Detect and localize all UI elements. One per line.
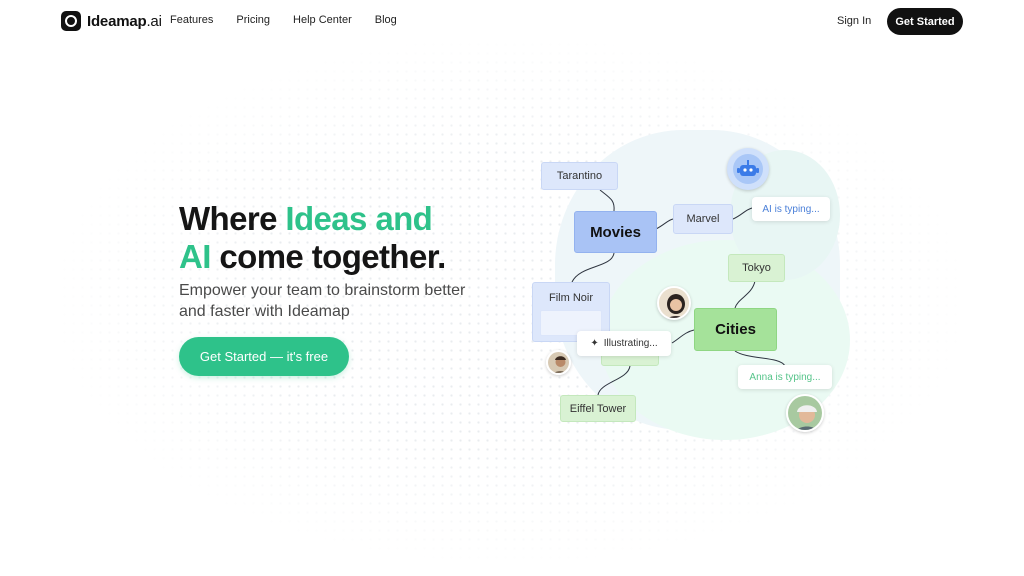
sign-in-link[interactable]: Sign In — [837, 15, 871, 27]
logo-icon — [61, 11, 81, 31]
hero-headline: Where Ideas and AI come together. — [179, 200, 509, 276]
brand-name: Ideamap — [87, 12, 147, 30]
node-tarantino[interactable]: Tarantino — [541, 162, 618, 190]
headline-highlight-ai: AI — [179, 238, 211, 275]
anna-typing-indicator: Anna is typing... — [738, 365, 832, 389]
logo[interactable]: Ideamap.ai — [61, 11, 162, 31]
sparkle-icon: ✦ — [590, 338, 599, 349]
node-tokyo[interactable]: Tokyo — [728, 254, 785, 282]
nav-links: Features Pricing Help Center Blog — [170, 14, 420, 26]
user-avatar-woman — [657, 286, 691, 320]
illustrating-indicator: ✦ Illustrating... — [577, 331, 671, 356]
node-cities[interactable]: Cities — [694, 308, 777, 351]
film-noir-label: Film Noir — [549, 292, 593, 304]
ai-typing-indicator: AI is typing... — [752, 197, 830, 221]
get-started-button[interactable]: Get Started — [887, 8, 963, 35]
headline-part: Where — [179, 200, 286, 237]
user-avatar-man — [546, 350, 571, 375]
node-movies[interactable]: Movies — [574, 211, 657, 253]
get-started-free-button[interactable]: Get Started — it's free — [179, 337, 349, 376]
node-eiffel-tower[interactable]: Eiffel Tower — [560, 395, 636, 422]
nav-link-blog[interactable]: Blog — [375, 14, 397, 26]
brand-tld: .ai — [146, 12, 162, 30]
user-avatar-anna — [786, 394, 824, 432]
headline-highlight: Ideas and — [285, 200, 433, 237]
illustrating-label: Illustrating... — [603, 338, 658, 349]
robot-icon — [733, 154, 763, 184]
top-nav: Ideamap.ai Features Pricing Help Center … — [0, 0, 1024, 44]
node-marvel[interactable]: Marvel — [673, 204, 733, 234]
nav-link-features[interactable]: Features — [170, 14, 213, 26]
headline-part-end: come together. — [210, 238, 446, 275]
nav-link-pricing[interactable]: Pricing — [236, 14, 270, 26]
nav-link-help-center[interactable]: Help Center — [293, 14, 352, 26]
ai-bot-avatar — [727, 148, 769, 190]
hero-subtitle: Empower your team to brainstorm better a… — [179, 282, 466, 320]
